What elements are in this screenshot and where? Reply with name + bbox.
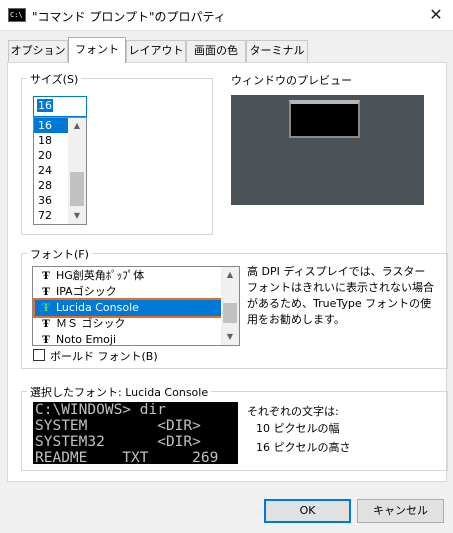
font-item-label: IPAゴシック — [56, 285, 117, 298]
font-sample-preview: C:\WINDOWS> dir SYSTEM <DIR> SYSTEM32 <D… — [33, 402, 238, 464]
font-item-label: Lucida Console — [56, 301, 139, 314]
size-list-scrollbar[interactable]: ▲ ▼ — [68, 118, 86, 224]
font-list-scrollbar[interactable]: ▲ ▼ — [221, 267, 239, 345]
font-item-lucida-console[interactable]: Ŧ Lucida Console — [33, 298, 223, 318]
char-height-text: 16 ピクセルの高さ — [256, 441, 351, 454]
font-list-scroll-thumb[interactable] — [223, 303, 237, 323]
tab-terminal[interactable]: ターミナル — [246, 40, 308, 62]
font-item-noto-emoji[interactable]: Ŧ Noto Emoji — [35, 332, 221, 346]
tab-options[interactable]: オプション — [8, 40, 68, 62]
sample-line: SYSTEM32 <DIR> — [35, 434, 201, 450]
sample-line: C:\WINDOWS> dir — [35, 402, 166, 418]
sample-line: SYSTEM <DIR> — [35, 418, 201, 434]
size-input-value: 16 — [37, 99, 53, 112]
size-item-28[interactable]: 28 — [34, 178, 68, 193]
ok-button[interactable]: OK — [264, 499, 351, 523]
font-list[interactable]: Ŧ HG創英角ﾎﾟｯﾌﾟ体 Ŧ IPAゴシック Ŧ Lucida Console ŦＭ… — [32, 266, 240, 346]
font-item-ipa-gothic[interactable]: Ŧ IPAゴシック — [35, 284, 221, 300]
scroll-up-icon[interactable]: ▲ — [68, 118, 86, 134]
preview-console-window — [289, 100, 360, 138]
size-item-36[interactable]: 36 — [34, 193, 68, 208]
scroll-down-icon[interactable]: ▼ — [221, 329, 239, 345]
bold-font-checkbox[interactable] — [33, 349, 45, 361]
truetype-icon: Ŧ — [42, 271, 50, 282]
char-width-text: 10 ピクセルの幅 — [256, 422, 340, 435]
sample-line: README TXT 269 — [35, 450, 219, 464]
size-item-16[interactable]: 16 — [34, 118, 68, 133]
tab-layout[interactable]: レイアウト — [126, 40, 186, 62]
scroll-up-icon[interactable]: ▲ — [221, 267, 239, 283]
tab-colors[interactable]: 画面の色 — [186, 40, 246, 62]
bold-font-label[interactable]: ボールド フォント(B) — [50, 348, 158, 364]
scroll-down-icon[interactable]: ▼ — [68, 208, 86, 224]
close-button[interactable]: ✕ — [419, 0, 453, 30]
size-group-label: サイズ(S) — [27, 71, 82, 87]
cancel-button[interactable]: キャンセル — [357, 499, 444, 523]
truetype-icon: Ŧ — [42, 287, 50, 298]
size-item-24[interactable]: 24 — [34, 163, 68, 178]
font-item-label: HG創英角ﾎﾟｯﾌﾟ体 — [56, 269, 145, 282]
truetype-icon: Ŧ — [42, 303, 50, 314]
truetype-icon: Ŧ — [42, 319, 50, 330]
font-item-hg-soei[interactable]: Ŧ HG創英角ﾎﾟｯﾌﾟ体 — [35, 268, 221, 284]
selected-font-label: 選択したフォント: Lucida Console — [27, 384, 212, 400]
truetype-icon: Ŧ — [42, 335, 50, 346]
preview-label: ウィンドウのプレビュー — [231, 74, 352, 87]
window-title: "コマンド プロンプト"のプロパティ — [32, 10, 226, 24]
dpi-note: 高 DPI ディスプレイでは、ラスター フォントはきれいに表示されない場合がある… — [247, 265, 434, 326]
size-item-72[interactable]: 72 — [34, 208, 68, 223]
font-group-label: フォント(F) — [27, 246, 92, 262]
font-item-ms-gothic[interactable]: Ŧ ＭＳ ゴシック — [35, 316, 221, 332]
font-item-label: ＭＳ ゴシック — [56, 317, 126, 330]
tab-font[interactable]: フォント — [68, 37, 126, 63]
size-input[interactable]: 16 — [33, 96, 87, 117]
console-app-icon: C:\ — [8, 8, 26, 22]
size-item-20[interactable]: 20 — [34, 148, 68, 163]
size-item-18[interactable]: 18 — [34, 133, 68, 148]
size-list-scroll-thumb[interactable] — [70, 172, 84, 206]
font-item-label: Noto Emoji — [56, 333, 117, 346]
char-size-label: それぞれの文字は: — [247, 405, 339, 418]
